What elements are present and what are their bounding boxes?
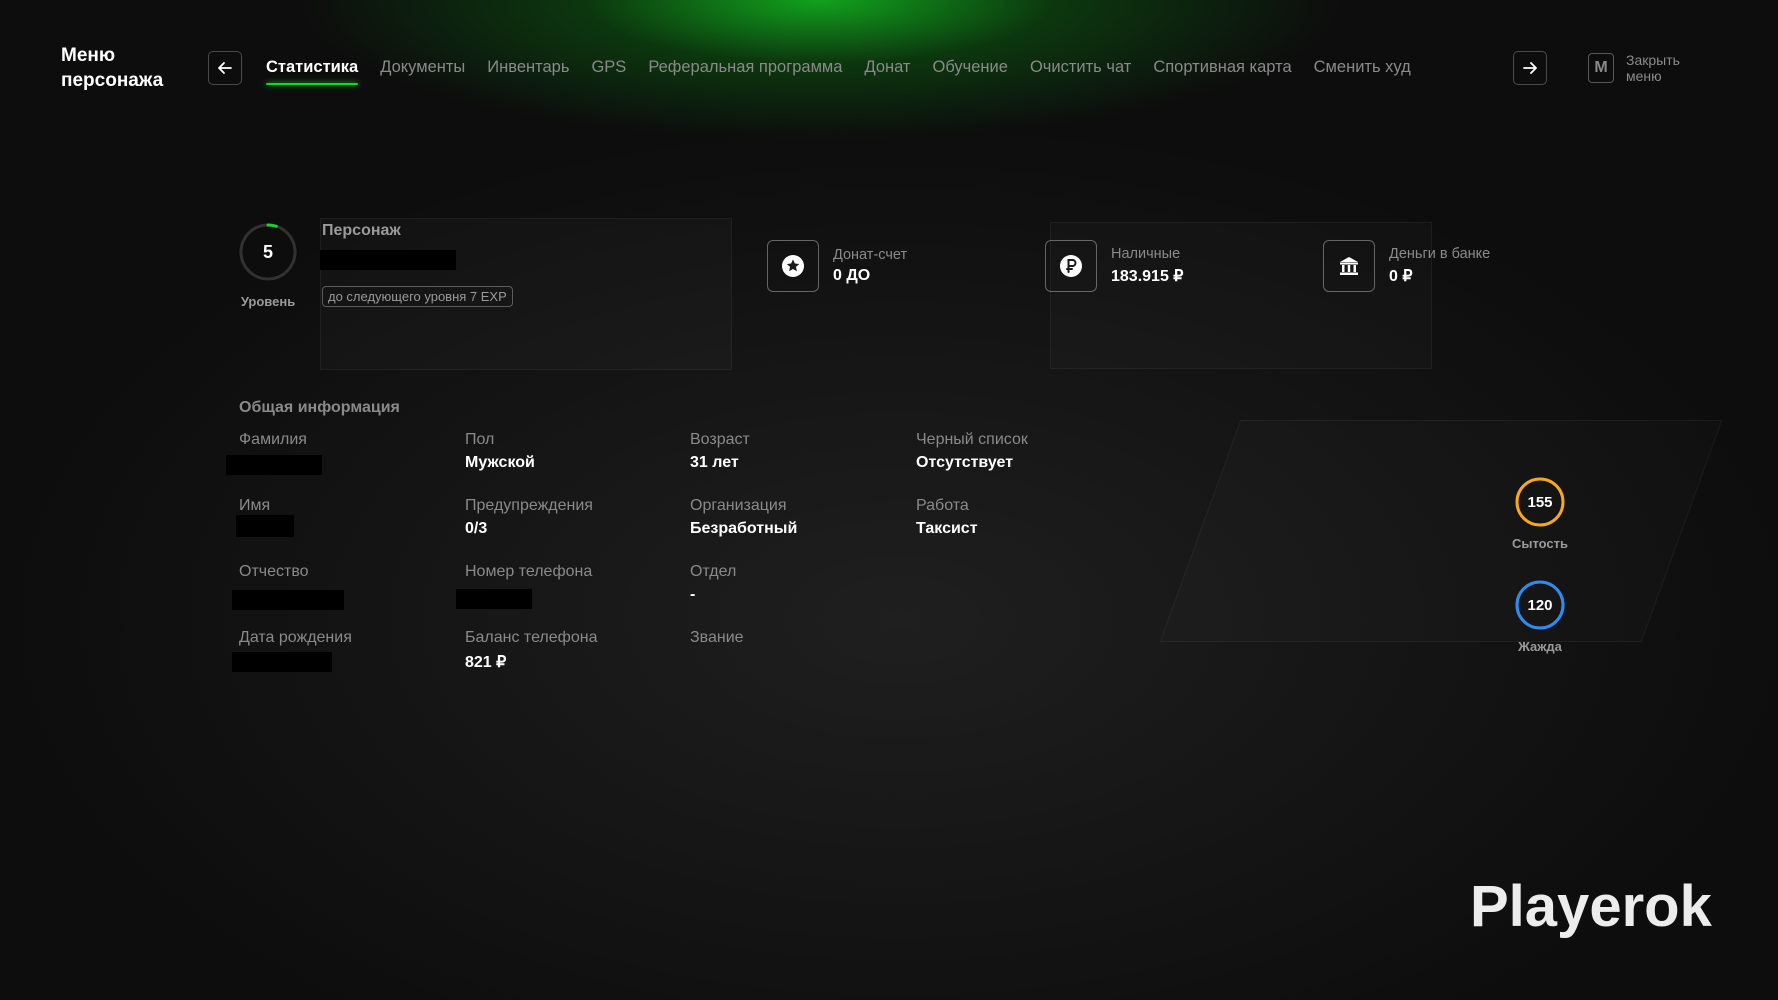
cash-balance: Наличные 183.915 ₽ [1045,240,1183,292]
organization-field: Организация Безработный [690,497,797,538]
phone-balance-value: 821 ₽ [465,654,507,671]
tab-sport-card[interactable]: Спортивная карта [1153,58,1291,83]
character-label: Персонаж [322,222,401,239]
surname-field: Фамилия [239,431,307,449]
exp-hint-badge: до следующего уровня 7 EXP [322,286,513,307]
age-field: Возраст 31 лет [690,431,750,472]
blacklist-field: Черный список Отсутствует [916,431,1028,472]
job-label: Работа [916,497,969,514]
name-field: Имя [239,497,270,515]
cash-value: 183.915 ₽ [1111,268,1184,285]
level-value: 5 [262,241,273,262]
satiety-indicator: 155 Сытость [1512,476,1568,551]
tab-gps[interactable]: GPS [591,58,626,83]
menu-title-line1: Меню [61,45,116,66]
patronymic-redacted [232,590,344,610]
menu-title-line2: персонажа [61,70,164,91]
phone-label: Номер телефона [465,563,593,580]
surname-label: Фамилия [239,431,307,448]
close-menu-label: Закрыть меню [1626,52,1680,84]
organization-value: Безработный [690,520,798,537]
department-field: Отдел - [690,563,736,604]
bank-value: 0 ₽ [1389,268,1413,285]
menu-title: Меню персонажа [61,43,163,93]
warnings-value: 0/3 [465,520,488,537]
birth-date-redacted [232,652,332,672]
level-label: Уровень [240,294,296,309]
gender-label: Пол [465,431,495,448]
star-circle-icon [767,240,819,292]
next-tab-button[interactable] [1513,51,1547,85]
job-value: Таксист [916,520,978,537]
warnings-label: Предупреждения [465,497,593,514]
section-title: Общая информация [239,399,400,416]
job-field: Работа Таксист [916,497,978,538]
surname-redacted [226,455,322,475]
key-m-icon: M [1588,53,1614,83]
tab-bar: Статистика Документы Инвентарь GPS Рефер… [266,58,1411,85]
thirst-label: Жажда [1518,639,1562,654]
tab-referral[interactable]: Реферальная программа [648,58,842,83]
phone-field: Номер телефона [465,563,592,581]
name-redacted [236,515,294,537]
age-label: Возраст [690,431,750,448]
tab-inventory[interactable]: Инвентарь [487,58,569,83]
satiety-value: 155 [1527,493,1553,511]
organization-label: Организация [690,497,787,514]
tab-tutorial[interactable]: Обучение [932,58,1007,83]
cash-label: Наличные [1111,246,1181,262]
donate-label: Донат-счет [833,247,908,263]
gender-value: Мужской [465,454,535,471]
thirst-value: 120 [1527,596,1553,614]
rank-field: Звание [690,629,744,647]
background-scene [1159,420,1723,642]
donate-balance: Донат-счет 0 ДО [767,240,907,292]
phone-balance-label: Баланс телефона [465,629,598,646]
thirst-indicator: 120 Жажда [1514,579,1566,654]
watermark: Playerok [1470,874,1712,939]
rank-label: Звание [690,629,744,646]
department-label: Отдел [690,563,737,580]
bank-icon [1323,240,1375,292]
character-name-redacted [320,250,456,270]
patronymic-label: Отчество [239,563,309,580]
bank-label: Деньги в банке [1389,246,1491,262]
tab-documents[interactable]: Документы [380,58,465,83]
tab-clear-chat[interactable]: Очистить чат [1030,58,1131,83]
arrow-left-icon [218,62,232,74]
blacklist-label: Черный список [916,431,1028,448]
ruble-circle-icon [1045,240,1097,292]
warnings-field: Предупреждения 0/3 [465,497,593,538]
blacklist-value: Отсутствует [916,454,1014,471]
name-label: Имя [239,497,271,514]
arrow-right-icon [1523,62,1537,74]
tab-donate[interactable]: Донат [864,58,910,83]
bank-balance: Деньги в банке 0 ₽ [1323,240,1490,292]
department-value: - [690,586,696,603]
tab-change-hud[interactable]: Сменить худ [1314,58,1411,83]
birth-date-field: Дата рождения [239,629,352,647]
birth-date-label: Дата рождения [239,629,352,646]
phone-balance-field: Баланс телефона 821 ₽ [465,629,597,672]
satiety-label: Сытость [1511,536,1569,551]
donate-value: 0 ДО [833,267,871,284]
age-value: 31 лет [690,454,739,471]
patronymic-field: Отчество [239,563,309,581]
prev-tab-button[interactable] [208,51,242,85]
gender-field: Пол Мужской [465,431,535,472]
close-menu-button[interactable]: M Закрыть меню [1588,52,1706,84]
phone-redacted [456,589,532,609]
tab-statistics[interactable]: Статистика [266,58,359,85]
